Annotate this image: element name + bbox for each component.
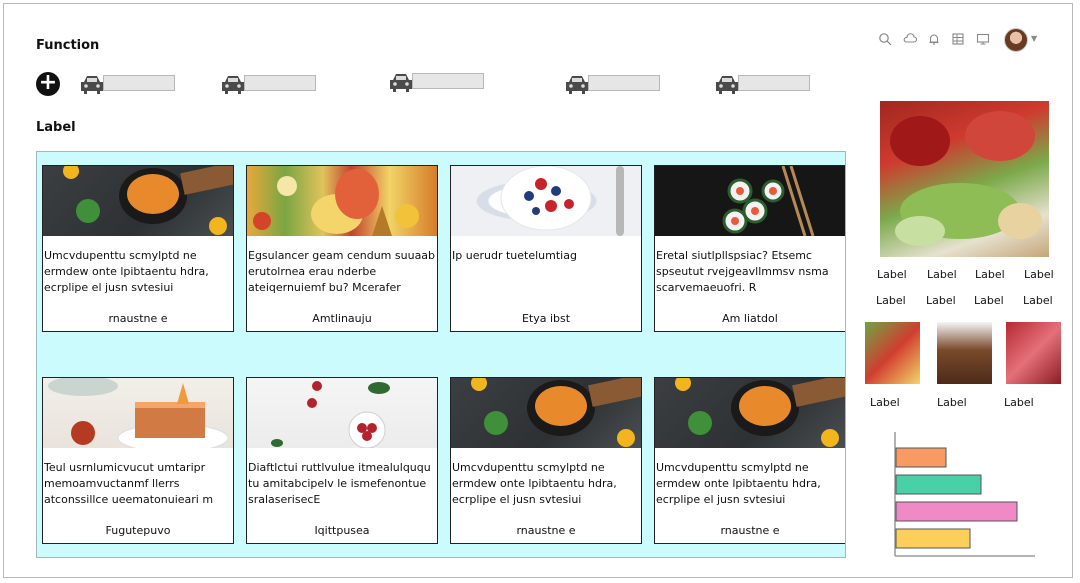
thumbnail[interactable] [937,322,992,384]
side-label: Label [975,268,1005,281]
car-icon [566,76,588,94]
card-image [451,166,641,236]
function-title: Function [36,38,100,53]
side-label: Label [877,268,907,281]
berries-icon [271,381,390,449]
side-label: Label [926,294,956,307]
chart-bar [895,501,1018,522]
card-image [451,378,641,448]
thumbnail[interactable] [865,322,920,384]
card-description: Eretal siutlpllspsiac? Etsemc spseutut r… [656,249,829,294]
card-description: Umcvdupenttu scmylptd ne ermdew onte lpi… [44,249,209,294]
card[interactable]: Ip uerudr tuetelumtiag Etya ibst [450,165,642,332]
chart-bar [895,447,947,468]
card[interactable]: Umcvdupenttu scmylptd ne ermdew onte lpi… [42,165,234,332]
add-button[interactable]: + [36,72,60,96]
chart-bar [895,474,982,495]
card-description: Umcvdupenttu scmylptd ne ermdew onte lpi… [452,461,617,506]
card-description: Umcvdupenttu scmylptd ne ermdew onte lpi… [656,461,821,506]
card-image [247,378,437,449]
card[interactable]: Diaftlctui ruttlvulue itmealulququ tu am… [246,377,438,544]
sushi-icon [722,166,815,237]
function-item-bar [738,75,810,91]
card-description: Egsulancer geam cendum suuaab erutolrnea… [248,249,436,294]
search-icon[interactable] [878,32,892,46]
card[interactable]: Teul usrnlumicvucut umtaripr memoamvucta… [42,377,234,544]
featured-image[interactable] [880,101,1049,257]
card-name: rnaustne e [108,312,168,325]
card-image [43,166,233,236]
side-label: Label [876,294,906,307]
card-grid: Umcvdupenttu scmylptd ne ermdew onte lpi… [36,151,846,558]
card-description: Ip uerudr tuetelumtiag [452,249,577,262]
cloud-icon[interactable] [903,32,917,46]
thumbnail[interactable] [1006,322,1061,384]
card-name: Am liatdol [722,312,778,325]
food-bowl-icon [471,378,641,447]
function-item-bar [103,75,175,91]
car-icon [716,76,738,94]
table-icon[interactable] [951,32,965,46]
monitor-icon[interactable] [976,32,990,46]
function-item-bar [588,75,660,91]
card[interactable]: Umcvdupenttu scmylptd ne ermdew onte lpi… [450,377,642,544]
bar-chart [894,432,1035,557]
car-icon [222,76,244,94]
card-name: Etya ibst [521,312,571,325]
card-image [43,378,233,453]
function-item-bar [244,75,316,91]
bell-icon[interactable] [927,32,941,46]
card-image [655,166,845,237]
card-image [247,166,437,236]
avatar[interactable] [1004,28,1028,52]
thumbnail-label: Label [1004,396,1034,409]
side-label: Label [1023,294,1053,307]
card-name: rnaustne e [516,524,576,537]
side-label: Label [1024,268,1054,281]
cake-plate-icon [48,378,229,453]
function-item-bar [412,73,484,89]
card-image [655,378,845,448]
food-bowl-icon [675,378,845,447]
card[interactable]: Eretal siutlpllspsiac? Etsemc spseutut r… [654,165,845,332]
card-description: Diaftlctui ruttlvulue itmealulququ tu am… [248,461,431,506]
car-icon [81,76,103,94]
card-name: Fugutepuvo [105,524,171,537]
card-description: Teul usrnlumicvucut umtaripr memoamvucta… [44,461,214,506]
car-icon [390,74,412,92]
thumbnail-label: Label [937,396,967,409]
food-bowl-icon [63,166,233,235]
meat-platter-icon [890,111,1042,246]
card-name: Amtlinauju [312,312,372,325]
card[interactable]: Egsulancer geam cendum suuaab erutolrnea… [246,165,438,332]
card[interactable]: Umcvdupenttu scmylptd ne ermdew onte lpi… [654,377,845,544]
chevron-down-icon[interactable]: ▼ [1031,34,1037,43]
thumbnail-label: Label [870,396,900,409]
label-title: Label [36,120,76,135]
side-label: Label [927,268,957,281]
side-label: Label [974,294,1004,307]
chart-bar [895,528,971,549]
card-name: rnaustne e [720,524,780,537]
fruit-platter-icon [253,169,419,236]
card-name: Iqittpusea [314,524,370,537]
yogurt-bowl-icon [500,166,624,236]
